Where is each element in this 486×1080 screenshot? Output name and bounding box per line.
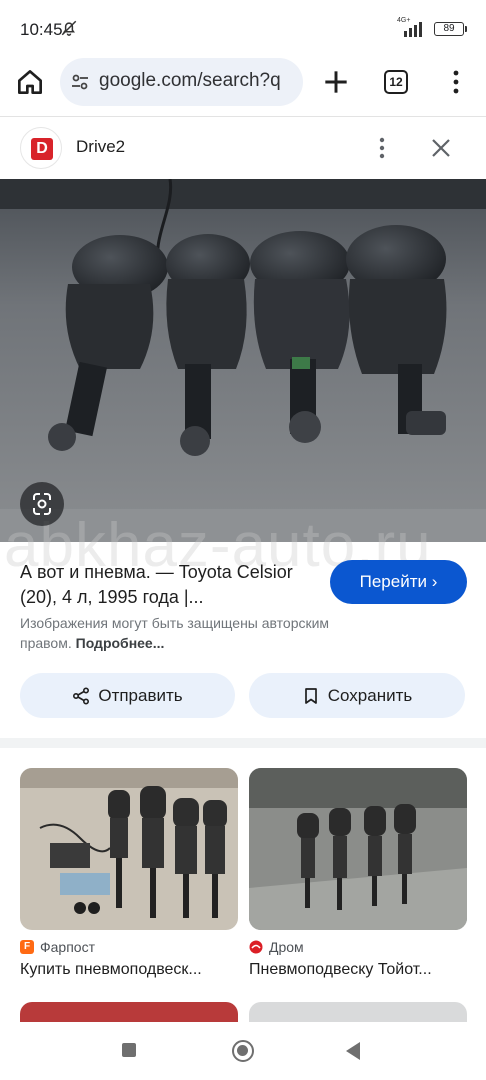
source-logo-letter: D xyxy=(31,138,53,160)
section-divider xyxy=(0,738,486,748)
source-more-icon[interactable] xyxy=(372,133,392,163)
save-button[interactable]: Сохранить xyxy=(249,673,465,718)
status-time: 10:45 xyxy=(20,20,63,39)
system-nav-bar xyxy=(0,1022,486,1080)
share-label: Отправить xyxy=(98,685,183,705)
bookmark-icon xyxy=(304,687,317,704)
share-button[interactable]: Отправить xyxy=(20,673,235,718)
share-icon xyxy=(73,686,90,705)
close-icon[interactable] xyxy=(426,133,456,163)
url-text[interactable]: google.com/search?q xyxy=(99,70,295,92)
battery-icon: 89 xyxy=(434,22,467,36)
drom-icon xyxy=(249,940,263,954)
source-logo[interactable]: D xyxy=(20,127,62,169)
browser-toolbar: google.com/search?q 12 xyxy=(0,58,486,114)
signal-icon xyxy=(404,22,422,37)
recents-icon[interactable] xyxy=(122,1043,136,1057)
goto-label: Перейти xyxy=(359,572,427,591)
site-settings-icon[interactable] xyxy=(70,72,90,92)
related-title-1[interactable]: Купить пневмоподвеск... xyxy=(20,961,238,979)
tab-switcher-button[interactable]: 12 xyxy=(384,70,408,94)
source-header: D Drive2 xyxy=(0,117,486,179)
bell-off-icon xyxy=(61,20,77,36)
related-source-1[interactable]: F Фарпост xyxy=(20,938,95,956)
related-image-1[interactable] xyxy=(20,768,238,930)
related-image-4[interactable] xyxy=(249,1002,467,1022)
result-title[interactable]: А вот и пневма. — Toyota Celsior (20), 4… xyxy=(20,560,310,610)
back-icon[interactable] xyxy=(346,1042,360,1060)
home-icon[interactable] xyxy=(14,66,46,98)
save-label: Сохранить xyxy=(327,685,413,705)
farpost-icon: F xyxy=(20,940,34,954)
copyright-notice: Изображения могут быть защищены авторски… xyxy=(20,613,380,653)
copyright-text: Изображения могут быть защищены авторски… xyxy=(20,615,330,651)
source-name[interactable]: Drive2 xyxy=(76,137,125,157)
main-image[interactable] xyxy=(0,179,486,542)
status-bar: 10:45 4G+ 89 xyxy=(0,0,486,58)
lens-button[interactable] xyxy=(20,482,64,526)
related-source-2[interactable]: Дром xyxy=(249,938,304,956)
related-source-name-1: Фарпост xyxy=(40,939,95,955)
related-title-2[interactable]: Пневмоподвеску Тойот... xyxy=(249,961,467,979)
lens-icon xyxy=(33,493,51,515)
related-source-name-2: Дром xyxy=(269,939,304,955)
chevron-right-icon: › xyxy=(431,572,438,591)
related-image-2[interactable] xyxy=(249,768,467,930)
more-menu-icon[interactable] xyxy=(446,66,466,98)
goto-button[interactable]: Перейти › xyxy=(330,560,467,604)
new-tab-icon[interactable] xyxy=(320,66,352,98)
related-image-3[interactable] xyxy=(20,1002,238,1022)
home-nav-icon[interactable] xyxy=(232,1040,254,1062)
learn-more-link[interactable]: Подробнее... xyxy=(76,635,165,651)
